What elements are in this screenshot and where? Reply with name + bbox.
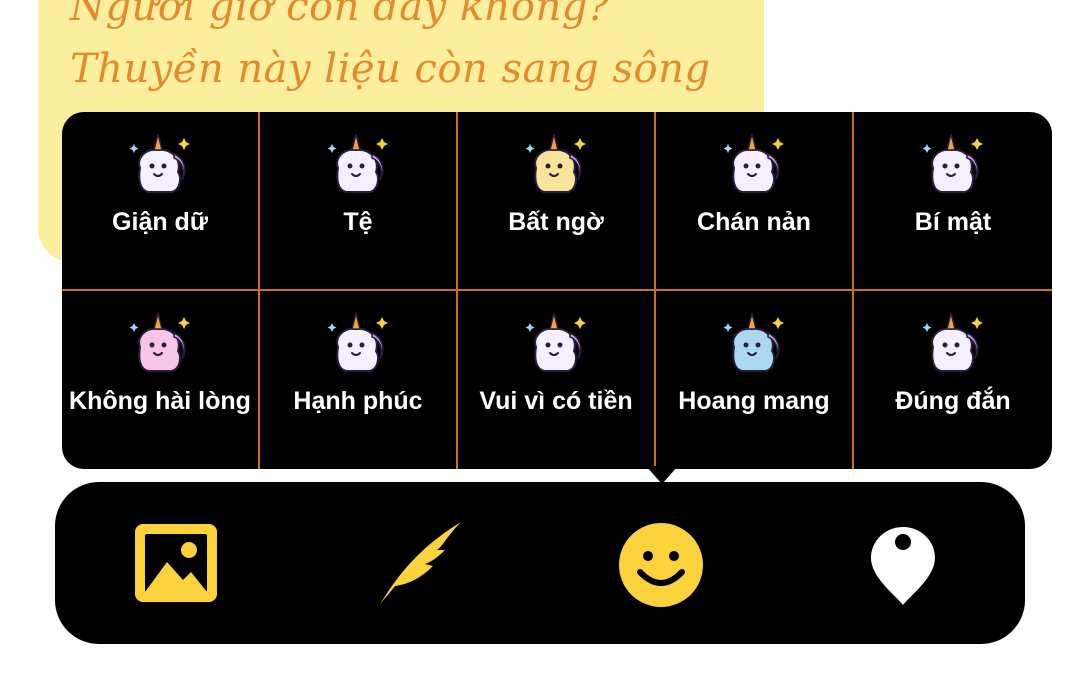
mood-option-unhappy[interactable]: Không hài lòng [62, 290, 260, 469]
note-line-2: Thuyền này liệu còn sang sông [70, 46, 711, 92]
mood-option-secret[interactable]: Bí mật [854, 112, 1052, 291]
mood-option-happy[interactable]: Hạnh phúc [260, 290, 458, 469]
feather-icon [379, 522, 461, 606]
mood-label: Bất ngờ [508, 208, 604, 236]
happy-unicorn-icon [327, 312, 388, 372]
mood-option-surprised[interactable]: Bất ngờ [458, 112, 656, 291]
mood-option-confused[interactable]: Hoang mang [656, 290, 854, 469]
mood-option-bored[interactable]: Chán nản [656, 112, 854, 291]
bottom-toolbar [55, 482, 1025, 644]
mood-label: Bí mật [914, 208, 992, 236]
mood-label: Tệ [343, 208, 373, 236]
dancing-unicorn-icon [129, 312, 190, 372]
image-icon [135, 524, 217, 602]
mood-option-bad[interactable]: Tệ [260, 112, 458, 291]
note-line-1: Người giờ còn đây không? [70, 0, 610, 30]
add-image-button[interactable] [133, 522, 219, 604]
location-button[interactable] [869, 525, 937, 607]
mood-label: Giận dữ [112, 208, 208, 236]
approving-unicorn-icon [922, 312, 983, 372]
mood-option-rich[interactable]: Vui vì có tiền [458, 290, 656, 469]
rich-unicorn-icon [525, 312, 586, 372]
mood-label: Chán nản [697, 208, 811, 236]
mood-picker: Giận dữ Tệ Bất ngờ Chán nản Bí mật Không… [62, 112, 1052, 469]
mermaid-unicorn-icon [922, 133, 983, 193]
mood-label: Vui vì có tiền [479, 386, 633, 415]
angry-unicorn-icon [129, 133, 190, 193]
mood-label: Hạnh phúc [293, 386, 423, 415]
location-pin-icon [871, 527, 935, 605]
confused-unicorn-icon [723, 312, 784, 372]
mood-label: Đúng đắn [895, 386, 1011, 415]
smiley-icon [619, 523, 703, 607]
bored-unicorn-icon [723, 133, 784, 193]
mood-option-angry[interactable]: Giận dữ [62, 112, 260, 291]
surprised-unicorn-icon [525, 133, 586, 193]
mood-label: Hoang mang [678, 386, 830, 415]
mood-option-correct[interactable]: Đúng đắn [854, 291, 1052, 470]
sleepy-unicorn-icon [327, 133, 388, 193]
write-button[interactable] [375, 520, 465, 610]
mood-button[interactable] [618, 522, 704, 608]
mood-label: Không hài lòng [69, 386, 251, 415]
